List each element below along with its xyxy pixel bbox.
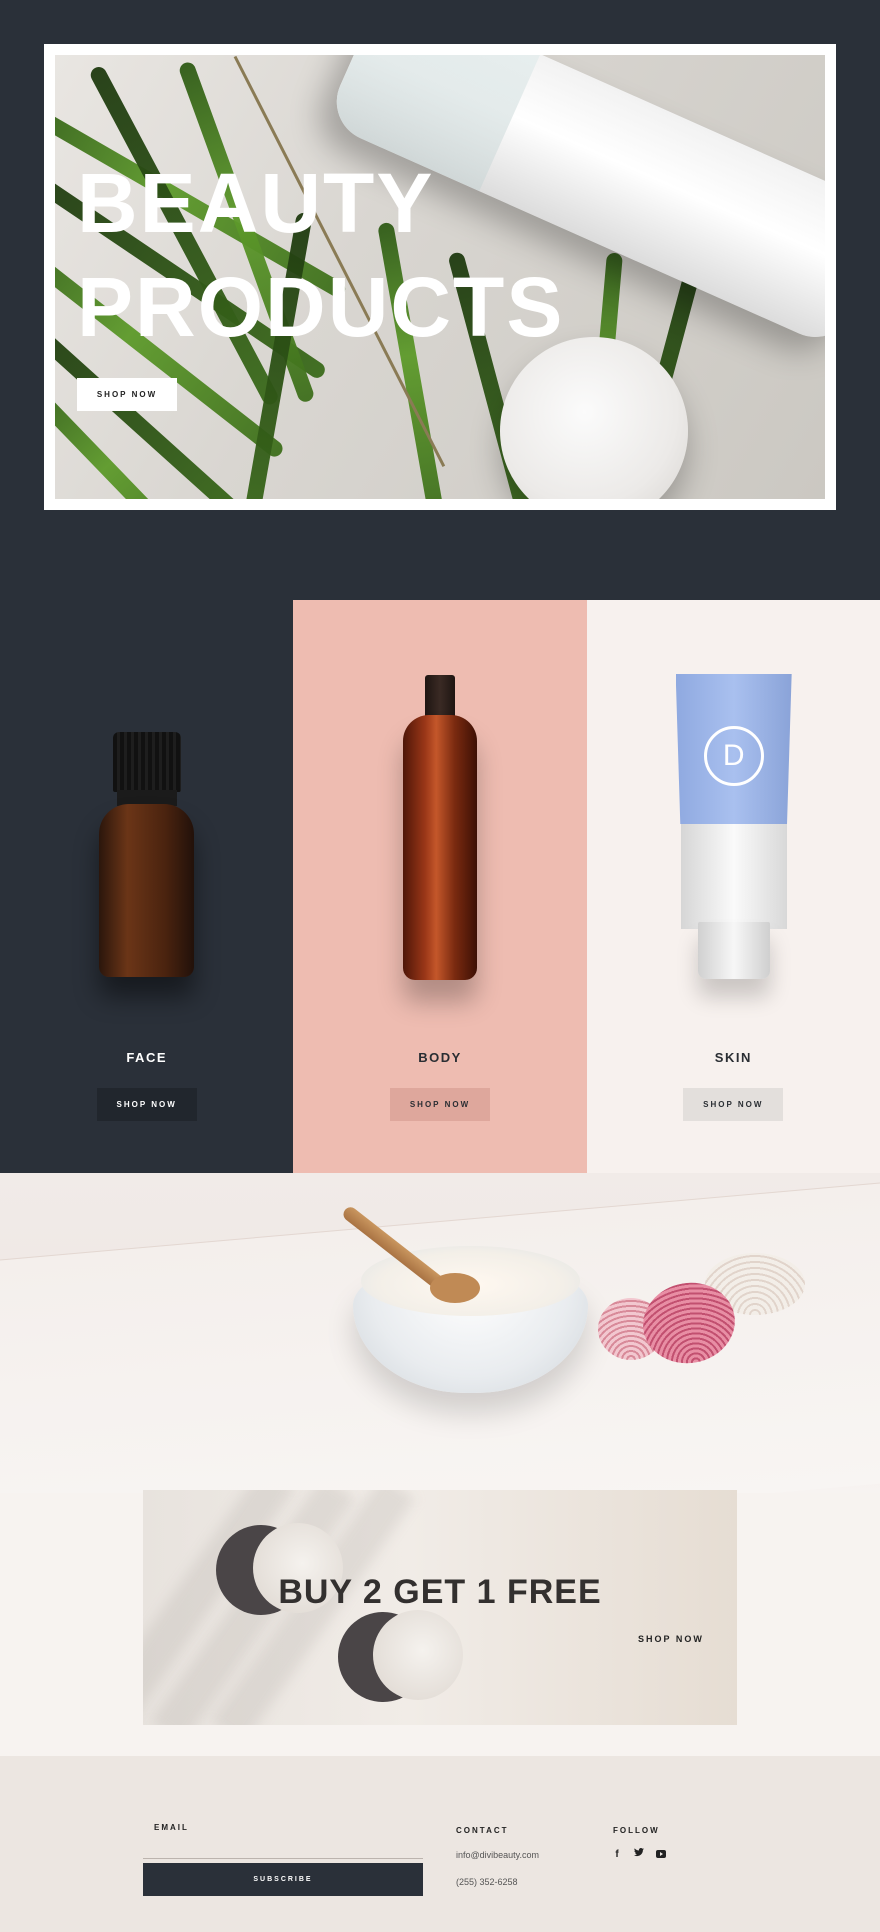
wooden-spoon-head (430, 1273, 480, 1303)
promo-title: BUY 2 GET 1 FREE (278, 1573, 602, 1611)
body-shop-now-button[interactable]: SHOP NOW (389, 1088, 490, 1121)
hero-title-line2: PRODUCTS (77, 260, 565, 354)
hero-section: BEAUTY PRODUCTS SHOP NOW (0, 0, 880, 600)
cosmetic-cylinder-top (373, 1610, 463, 1700)
footer: EMAIL SUBSCRIBE CONTACT info@divibeauty.… (0, 1756, 880, 1932)
category-section: FACE SHOP NOW BODY SHOP NOW D SKIN SHOP … (0, 600, 880, 1173)
hero-title: BEAUTY PRODUCTS (77, 151, 564, 359)
follow-heading: FOLLOW (613, 1826, 660, 1835)
promo-banner: BUY 2 GET 1 FREE SHOP NOW (143, 1490, 737, 1725)
contact-email-link[interactable]: info@divibeauty.com (456, 1850, 539, 1860)
hero-image: BEAUTY PRODUCTS SHOP NOW (55, 55, 825, 499)
subscribe-button[interactable]: SUBSCRIBE (143, 1863, 423, 1896)
facebook-icon[interactable]: f (610, 1848, 624, 1862)
dropper-bottle-image (99, 732, 194, 977)
spa-image-section (0, 1173, 880, 1493)
hero-title-line1: BEAUTY (77, 156, 435, 250)
category-face: FACE SHOP NOW (0, 600, 294, 1173)
email-label: EMAIL (154, 1823, 189, 1832)
face-shop-now-button[interactable]: SHOP NOW (96, 1088, 197, 1121)
category-label: SKIN (714, 1050, 752, 1065)
email-field[interactable] (143, 1835, 423, 1859)
twitter-icon[interactable] (632, 1848, 646, 1862)
cream-tube-image: D (675, 674, 792, 979)
youtube-icon[interactable] (654, 1848, 668, 1862)
contact-heading: CONTACT (456, 1826, 509, 1835)
category-skin: D SKIN SHOP NOW (586, 600, 880, 1173)
promo-shop-now-link[interactable]: SHOP NOW (638, 1634, 704, 1644)
hero-frame: BEAUTY PRODUCTS SHOP NOW (44, 44, 836, 510)
category-body: BODY SHOP NOW (293, 600, 587, 1173)
tube-logo: D (703, 726, 764, 786)
pump-bottle-image (403, 675, 478, 980)
category-label: FACE (126, 1050, 167, 1065)
skin-shop-now-button[interactable]: SHOP NOW (683, 1088, 784, 1121)
category-label: BODY (418, 1050, 462, 1065)
contact-phone: (255) 352-6258 (456, 1877, 518, 1887)
hero-shop-now-button[interactable]: SHOP NOW (77, 378, 177, 411)
